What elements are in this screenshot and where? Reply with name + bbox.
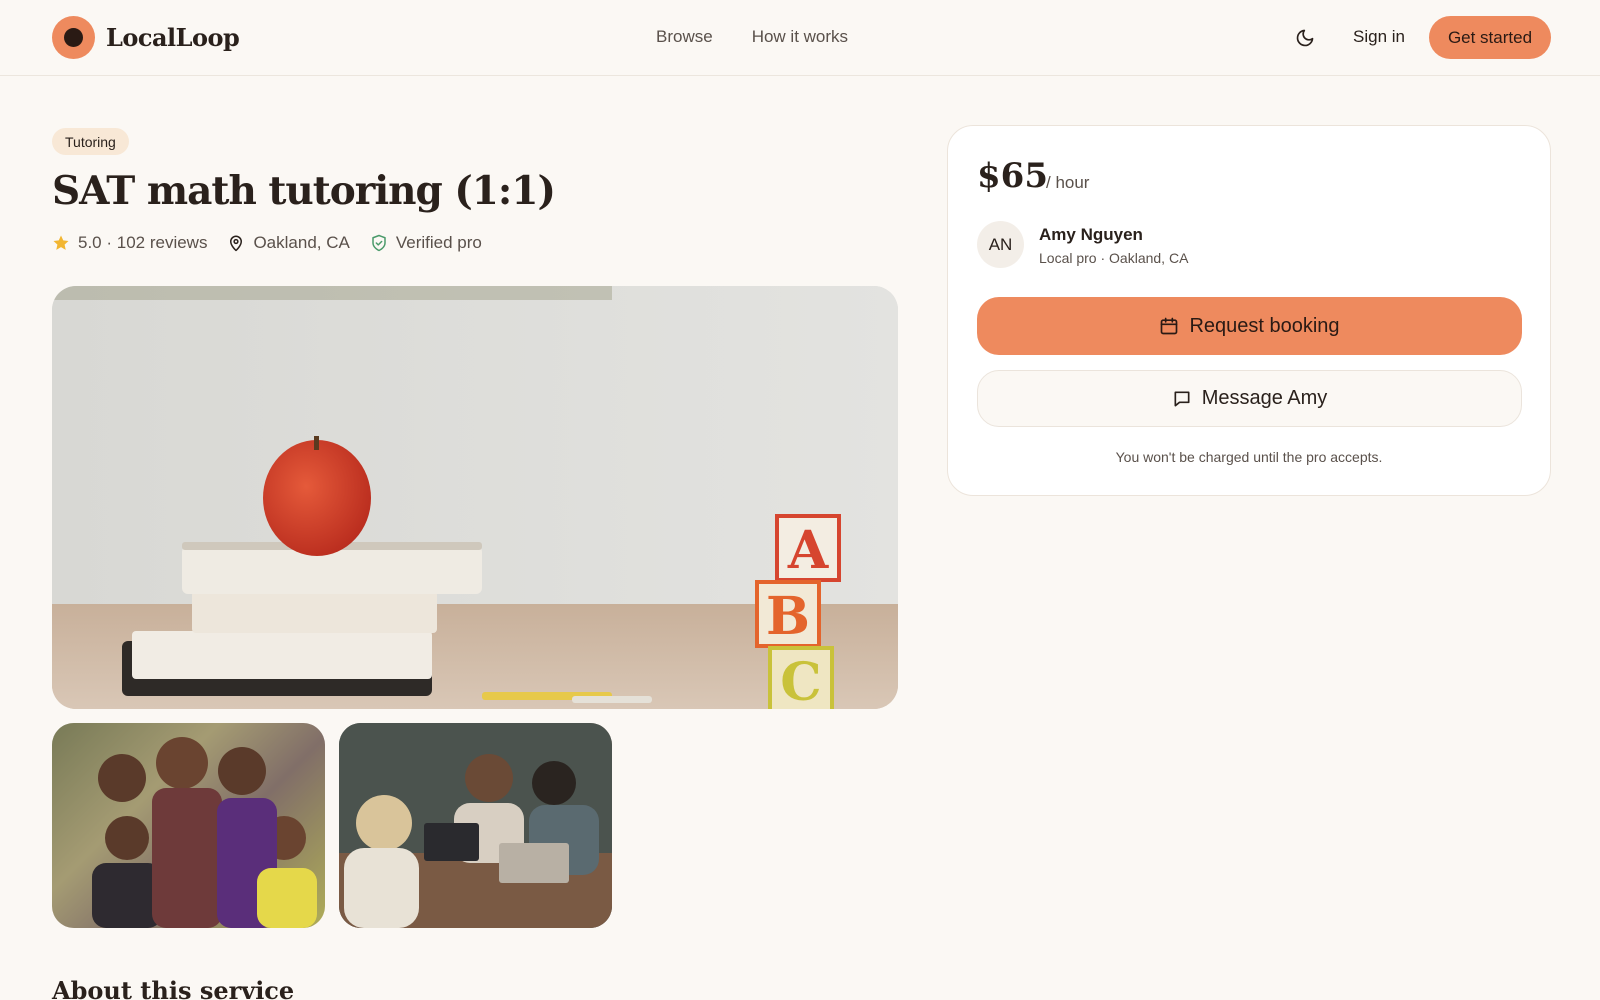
- request-booking-label: Request booking: [1189, 314, 1340, 337]
- hero-illustration: A B C: [52, 286, 898, 709]
- nav-link-browse[interactable]: Browse: [656, 27, 713, 47]
- location: Oakland, CA: [227, 233, 350, 253]
- hero-image[interactable]: A B C: [52, 286, 898, 709]
- logo-mark-icon: [52, 16, 95, 59]
- message-pro-label: Message Amy: [1201, 387, 1328, 409]
- sign-in-link[interactable]: Sign in: [1353, 27, 1405, 47]
- nav-link-how-it-works[interactable]: How it works: [752, 27, 848, 47]
- booking-card: $65 / hour AN Amy Nguyen Local pro · Oak…: [947, 125, 1551, 496]
- pro-name[interactable]: Amy Nguyen: [1039, 225, 1143, 245]
- svg-text:C: C: [780, 652, 821, 709]
- request-booking-button[interactable]: Request booking: [977, 297, 1522, 355]
- location-text: Oakland, CA: [253, 233, 350, 252]
- category-badge: Tutoring: [52, 128, 129, 155]
- children-photo: [52, 723, 325, 928]
- price-unit: / hour: [1046, 173, 1090, 192]
- calendar-icon: [1161, 317, 1178, 335]
- top-nav-bar: LocalLoop Browse How it works Sign in Ge…: [0, 0, 1600, 76]
- listing-meta: 5.0 · 102 reviews Oakland, CA Verified p…: [52, 233, 502, 253]
- logo[interactable]: LocalLoop: [52, 16, 240, 59]
- get-started-button[interactable]: Get started: [1429, 16, 1551, 59]
- price: $65: [977, 156, 1048, 196]
- charge-note: You won't be charged until the pro accep…: [1115, 449, 1383, 465]
- rating-text: 5.0 · 102 reviews: [78, 233, 208, 252]
- about-section-title: About this service: [52, 976, 295, 1000]
- pro-subtitle: Local pro · Oakland, CA: [1039, 250, 1189, 266]
- group-study-photo: [339, 723, 612, 928]
- svg-text:B: B: [766, 586, 810, 647]
- gallery-thumbnail-1[interactable]: [52, 723, 325, 928]
- svg-text:A: A: [787, 520, 829, 581]
- map-pin-icon: [230, 235, 243, 252]
- logo-text: LocalLoop: [106, 23, 240, 52]
- gallery-thumbnail-2[interactable]: [339, 723, 612, 928]
- message-icon: [1174, 391, 1190, 406]
- theme-toggle-button[interactable]: [1293, 26, 1317, 50]
- moon-icon: [1296, 29, 1314, 47]
- listing-title: SAT math tutoring (1:1): [52, 168, 556, 214]
- star-icon: [53, 235, 69, 250]
- message-pro-button[interactable]: Message Amy: [977, 370, 1522, 427]
- main-nav: Browse How it works: [656, 27, 848, 47]
- verified-text: Verified pro: [395, 233, 482, 252]
- verified-badge: Verified pro: [370, 233, 482, 253]
- shield-check-icon: [372, 234, 386, 252]
- rating: 5.0 · 102 reviews: [52, 233, 207, 253]
- avatar[interactable]: AN: [977, 221, 1024, 268]
